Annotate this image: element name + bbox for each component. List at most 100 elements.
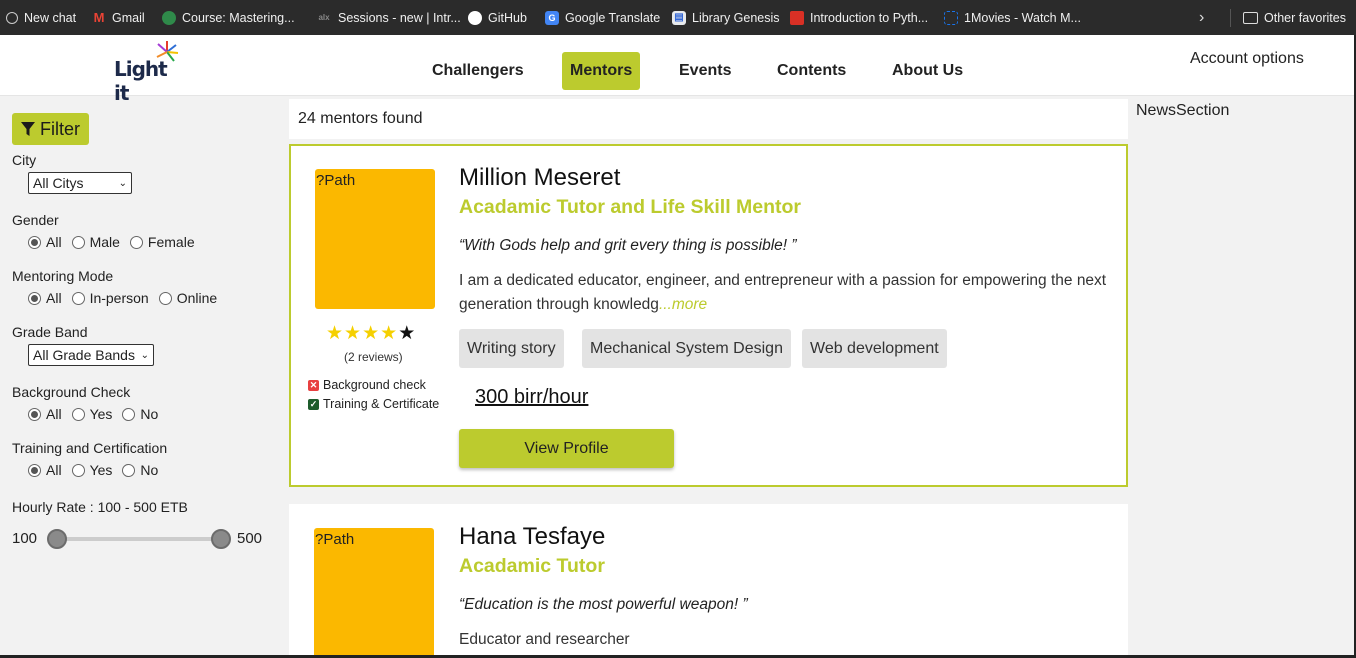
alx-icon: alx: [318, 13, 330, 22]
filter-button[interactable]: Filter: [12, 113, 89, 145]
nav-about-us[interactable]: About Us: [884, 52, 971, 90]
chevron-down-icon: ⌄: [118, 177, 127, 189]
radio-icon: [28, 291, 41, 305]
gender-label: Gender: [12, 212, 59, 228]
star-filled-icon: ★: [326, 323, 344, 344]
mentor-name[interactable]: Hana Tesfaye: [459, 523, 605, 551]
library-icon: ▤: [672, 10, 686, 25]
filter-sidebar: Filter City All Citys ⌄ Gender All Male …: [0, 97, 280, 658]
mentor-photo: ?Path: [314, 528, 434, 658]
nav-challengers[interactable]: Challengers: [424, 52, 532, 90]
radio-icon: [28, 463, 41, 477]
filter-icon: [21, 121, 35, 136]
training-option-all[interactable]: All: [28, 462, 62, 478]
bookmark-gmail[interactable]: M Gmail: [92, 0, 145, 35]
bookmark-sessions[interactable]: alx Sessions - new | Intr...: [316, 0, 461, 35]
bookmark-github[interactable]: GitHub: [468, 0, 527, 35]
radio-label: In-person: [89, 290, 149, 306]
nav-mentors[interactable]: Mentors: [562, 52, 641, 90]
rate-slider-max-thumb[interactable]: [211, 529, 231, 549]
hourly-rate: 300 birr/hour: [475, 386, 589, 408]
bookmark-new-chat[interactable]: New chat: [6, 0, 76, 35]
mentor-quote: “Education is the most powerful weapon! …: [459, 596, 748, 613]
translate-icon: G: [545, 10, 559, 25]
skill-tag: Mechanical System Design: [582, 329, 791, 368]
bookmark-course[interactable]: Course: Mastering...: [162, 0, 295, 35]
skill-tag: Web development: [802, 329, 947, 368]
mentor-title: Acadamic Tutor and Life Skill Mentor: [459, 196, 802, 218]
star-filled-icon: ★: [362, 323, 380, 344]
x-icon: ✕: [308, 379, 319, 391]
star-empty-icon: ★: [398, 323, 416, 344]
background-option-all[interactable]: All: [28, 406, 62, 422]
training-option-no[interactable]: No: [122, 462, 158, 478]
github-icon: [468, 10, 482, 25]
training-label: Training and Certification: [12, 440, 168, 456]
radio-label: No: [140, 406, 159, 422]
rate-slider-track[interactable]: [57, 537, 221, 541]
gender-option-all[interactable]: All: [28, 234, 62, 250]
bookmark-python[interactable]: Introduction to Pyth...: [790, 0, 928, 35]
city-select[interactable]: All Citys ⌄: [28, 172, 132, 194]
mode-radio-group: All In-person Online: [28, 290, 227, 306]
radio-icon: [122, 463, 136, 477]
bookmark-label: Course: Mastering...: [182, 10, 295, 25]
mode-option-in-person[interactable]: In-person: [71, 290, 149, 306]
account-options[interactable]: Account options: [1190, 50, 1304, 68]
bookmark-label: GitHub: [488, 10, 527, 25]
mode-option-all[interactable]: All: [28, 290, 62, 306]
skill-tag: Writing story: [459, 329, 564, 368]
gender-radio-group: All Male Female: [28, 234, 205, 250]
bookmark-label: Sessions - new | Intr...: [338, 10, 461, 25]
view-profile-button[interactable]: View Profile: [459, 429, 674, 468]
bookmark-label: Gmail: [112, 10, 145, 25]
logo[interactable]: Light it: [112, 40, 182, 105]
background-check-label: Background check: [323, 378, 426, 392]
city-label: City: [12, 152, 37, 168]
radio-icon: [71, 407, 85, 421]
gender-option-female[interactable]: Female: [129, 234, 195, 250]
bookmark-1movies[interactable]: 1Movies - Watch M...: [944, 0, 1081, 35]
mentor-card: ?Path ★ ★ ★ ★ ★ (2 reviews) ✕ Background…: [289, 144, 1128, 487]
mentor-photo: ?Path: [315, 169, 435, 309]
training-status: ✓ Training & Certificate: [308, 397, 439, 411]
training-label: Training & Certificate: [323, 397, 440, 411]
other-favorites[interactable]: Other favorites: [1243, 0, 1346, 35]
bookmark-library-genesis[interactable]: ▤ Library Genesis: [672, 0, 780, 35]
radio-label: Yes: [89, 406, 113, 422]
rate-slider-min-thumb[interactable]: [47, 529, 67, 549]
radio-label: All: [46, 406, 62, 422]
radio-icon: [71, 291, 85, 305]
gender-option-male[interactable]: Male: [71, 234, 120, 250]
nav-contents[interactable]: Contents: [769, 52, 854, 90]
bookmark-label: Introduction to Pyth...: [810, 10, 929, 25]
grade-select-value: All Grade Bands: [33, 347, 135, 363]
background-option-yes[interactable]: Yes: [71, 406, 113, 422]
background-option-no[interactable]: No: [122, 406, 158, 422]
more-link[interactable]: ...more: [659, 296, 707, 313]
mentor-bio: Educator and researcher: [459, 631, 630, 648]
gmail-icon: M: [93, 10, 105, 25]
bookmark-label: 1Movies - Watch M...: [964, 10, 1081, 25]
training-option-yes[interactable]: Yes: [71, 462, 113, 478]
training-radio-group: All Yes No: [28, 462, 168, 478]
results-count: 24 mentors found: [289, 99, 1128, 139]
checkmark-icon: ✓: [308, 398, 319, 410]
mode-option-online[interactable]: Online: [158, 290, 217, 306]
bookmark-google-translate[interactable]: G Google Translate: [545, 0, 660, 35]
movie-icon: [944, 10, 958, 25]
nav-events[interactable]: Events: [671, 52, 739, 90]
grade-select[interactable]: All Grade Bands ⌄: [28, 344, 154, 366]
bookmark-label: Library Genesis: [692, 10, 780, 25]
mentor-quote: “With Gods help and grit every thing is …: [459, 237, 797, 254]
chevron-down-icon: ⌄: [140, 349, 149, 361]
radio-icon: [71, 235, 85, 249]
folder-icon: [1243, 11, 1258, 24]
mentor-card: ?Path Hana Tesfaye Acadamic Tutor “Educa…: [289, 504, 1128, 658]
book-icon: [790, 10, 804, 25]
course-icon: [162, 10, 176, 25]
radio-label: Yes: [89, 462, 113, 478]
mentor-name[interactable]: Million Meseret: [459, 164, 620, 192]
chevron-right-icon[interactable]: ›: [1199, 9, 1204, 27]
rate-label: Hourly Rate : 100 - 500 ETB: [12, 499, 188, 515]
